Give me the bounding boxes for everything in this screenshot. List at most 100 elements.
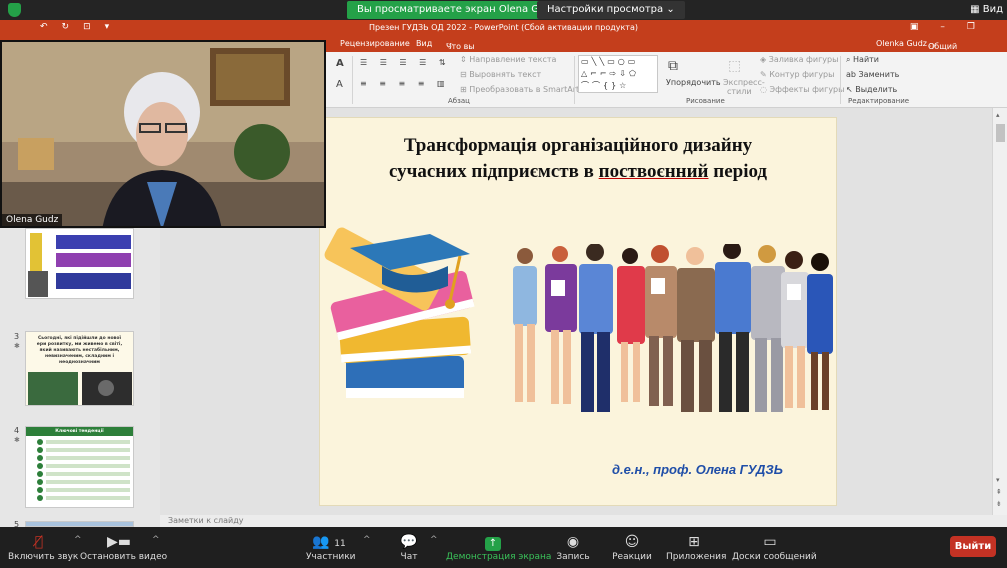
select-button[interactable]: ↖ Выделить [846,85,897,94]
paragraph-group-label: Абзац [448,97,470,105]
bullets-icon[interactable]: ☰ ☰ ☰ ☰ ⇅ [360,58,451,67]
notes-pane[interactable]: Заметки к слайду [160,515,1007,527]
participant-video-feed [2,42,324,226]
chat-label: Чат [400,552,418,562]
share-screen-icon: ↑ [485,537,501,551]
view-options-button[interactable]: Настройки просмотра ⌄ [537,1,685,19]
shape-effects-label: Эффекты фигуры [769,85,845,94]
leave-meeting-button[interactable]: Выйти [950,536,996,557]
slide-number-4: 4 [14,426,20,435]
video-camera-icon: ▶▬ [107,534,131,550]
tab-view[interactable]: Вид [416,39,432,48]
text-direction-button[interactable]: ⇕ Направление текста [460,55,556,64]
previous-slide-icon[interactable]: ⇞ [996,488,1002,496]
stop-video-button[interactable]: ▶▬ Остановить видео [80,532,167,562]
participants-button[interactable]: 👥 11 Участники [306,532,356,562]
person-figure [513,248,537,402]
find-button[interactable]: ⌕ Найти [846,55,879,65]
chat-options-chevron-icon[interactable]: ^ [430,535,438,545]
ribbon-display-icon[interactable]: ▣ [910,22,941,32]
shape-outline-button[interactable]: ✎ Контур фигуры [760,70,834,79]
apps-button[interactable]: ⊞ Приложения [666,532,726,562]
font-size-increase-icon[interactable]: A [336,58,344,69]
ribbon-separator [574,56,575,104]
view-options-label: Настройки просмотра [547,4,664,15]
record-button[interactable]: ◉ Запись [556,532,590,562]
smartart-button[interactable]: ⊞ Преобразовать в SmartArt [460,85,579,94]
person-figure [781,251,809,408]
slide-title: Трансформація організаційного дизайну су… [320,133,836,185]
align-icons[interactable]: ≡ ≡ ≡ ≡ ▥ [360,79,450,88]
share-screen-label: Демонстрация экрана [446,552,552,562]
find-label: Найти [853,55,880,64]
microphone-muted-icon: 🎙̸ [34,534,44,550]
effects-icon: ◌ [760,85,767,94]
quick-styles-label-1[interactable]: Экспресс- [723,78,765,87]
zoom-meeting-controls: 🎙̸ Включить звук ^ ▶▬ Остановить видео ^… [0,527,1007,568]
participant-video[interactable]: Olena Gudz [0,40,326,228]
reactions-button[interactable]: ☺ Реакции [612,532,652,562]
shape-effects-button[interactable]: ◌ Эффекты фигуры [760,85,844,94]
security-shield-icon[interactable] [8,3,21,17]
participants-count: 11 [334,539,346,549]
mute-label: Включить звук [8,552,79,562]
quick-styles-icon: ⬚ [728,58,742,74]
smartart-icon: ⊞ [460,85,467,94]
view-menu-button[interactable]: ▦ Вид [970,4,1003,15]
shapes-gallery[interactable]: ▭╲╲▭○▭ △⌐⌐⇨⇩⬠ ⌒⌒{}☆ [578,55,658,93]
replace-button[interactable]: ab Заменить [846,70,899,79]
slide-title-line-1: Трансформація організаційного дизайну [403,135,753,156]
arrange-button[interactable]: Упорядочить [666,78,721,87]
share-screen-icon-wrap: ↑ [446,532,540,552]
tab-review[interactable]: Рецензирование [340,39,410,48]
account-name[interactable]: Olenka Gudz [876,39,927,48]
slide-thumbnail-2-art [28,233,131,297]
slide-thumbnail-2[interactable] [25,228,134,299]
slide-thumbnail-4-art [37,439,130,501]
scroll-thumb[interactable] [996,124,1005,142]
chat-button[interactable]: 💬 Чат [396,532,422,562]
person-figure [645,245,677,406]
drawing-group-label: Рисование [686,97,725,105]
next-slide-icon[interactable]: ⇟ [996,500,1002,508]
align-text-button[interactable]: ⊟ Выровнять текст [460,70,541,79]
align-text-icon: ⊟ [460,70,467,79]
mute-button[interactable]: 🎙̸ Включить звук [8,532,79,562]
quick-styles-label-2[interactable]: стили [727,87,752,96]
current-slide[interactable]: Трансформація організаційного дизайну су… [319,117,837,506]
editing-group-label: Редактирование [848,97,910,105]
ppt-title-bar: ↶↻⊡▾ Презен ГУДЗЬ ОД 2022 - PowerPoint (… [0,20,1007,36]
restore-icon[interactable]: ❐ [967,22,997,32]
video-options-chevron-icon[interactable]: ^ [152,535,160,545]
scroll-down-icon[interactable]: ▾ [996,476,1000,484]
text-shadow-icon[interactable]: A [336,79,343,90]
slide-thumbnail-4[interactable]: Ключові тенденції [25,426,134,508]
participants-label: Участники [306,552,356,562]
slide-3-text: Сьогодні, які підійшли до нової ери розв… [36,336,123,365]
chat-bubble-icon: 💬 [400,534,418,550]
vertical-scrollbar[interactable]: ▴ ▾ ⇞ ⇟ [992,108,1007,515]
magnifier-icon: ⌕ [846,55,851,64]
minimize-icon[interactable]: – [940,22,967,32]
slide-title-part-c: період [708,161,768,182]
person-figure [677,247,715,412]
share-screen-button[interactable]: ↑ Демонстрация экрана [446,532,552,562]
shape-outline-label: Контур фигуры [769,70,835,79]
ribbon-separator [840,56,841,104]
person-figure [751,245,785,412]
replace-icon: ab [846,70,856,79]
select-label: Выделить [855,85,898,94]
align-text-label: Выровнять текст [469,70,542,79]
replace-label: Заменить [858,70,900,79]
shape-fill-button[interactable]: ◈ Заливка фигуры [760,55,838,64]
slide-thumbnail-3[interactable]: Сьогодні, які підійшли до нової ери розв… [25,331,134,406]
participants-icon: 👥 11 [312,534,346,550]
participant-name-tag: Olena Gudz [2,214,63,226]
person-figure [617,248,645,402]
scroll-up-icon[interactable]: ▴ [996,111,1000,119]
whiteboards-button[interactable]: ▭ Доски сообщений [732,532,817,562]
participants-options-chevron-icon[interactable]: ^ [363,535,371,545]
paint-bucket-icon: ◈ [760,55,767,64]
whiteboard-icon: ▭ [763,534,777,550]
books-graduation-cap-illustration [324,227,475,398]
